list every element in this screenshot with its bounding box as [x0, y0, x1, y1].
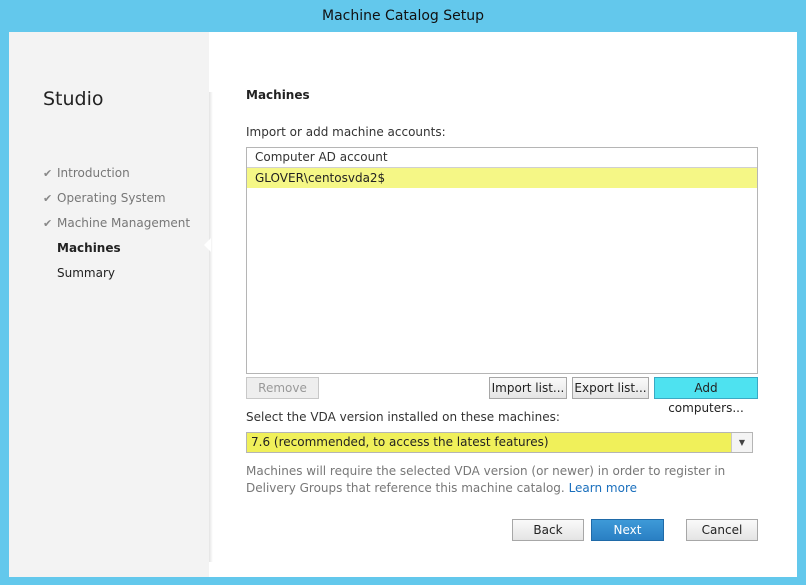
vda-note: Machines will require the selected VDA v… — [246, 463, 766, 497]
remove-button[interactable]: Remove — [246, 377, 319, 399]
dialog-client-area: Studio ✔ Introduction ✔ Operating System ✔… — [9, 32, 797, 577]
check-icon: ✔ — [43, 217, 53, 230]
step-label: Operating System — [57, 191, 166, 205]
check-icon: ✔ — [43, 167, 53, 180]
import-list-button[interactable]: Import list... — [489, 377, 567, 399]
sidebar-divider — [209, 92, 213, 562]
cancel-button[interactable]: Cancel — [686, 519, 758, 541]
step-label: Introduction — [57, 166, 130, 180]
step-machine-management: ✔ Machine Management — [43, 214, 190, 239]
step-introduction: ✔ Introduction — [43, 164, 190, 189]
vda-version-value: 7.6 (recommended, to access the latest f… — [251, 435, 549, 449]
wizard-steps: ✔ Introduction ✔ Operating System ✔ Machine… — [43, 164, 190, 289]
chevron-down-icon[interactable]: ▼ — [731, 433, 752, 452]
window-title: Machine Catalog Setup — [321, 8, 485, 24]
step-operating-system: ✔ Operating System — [43, 189, 190, 214]
learn-more-link[interactable]: Learn more — [569, 481, 637, 495]
vda-note-text: Machines will require the selected VDA v… — [246, 464, 726, 495]
machine-accounts-list[interactable]: Computer AD account GLOVER\centosvda2$ — [246, 147, 758, 374]
back-button[interactable]: Back — [512, 519, 584, 541]
step-label: Machines — [57, 241, 121, 255]
import-label: Import or add machine accounts: — [246, 125, 446, 139]
page-title: Machines — [246, 88, 310, 102]
vda-version-select[interactable]: 7.6 (recommended, to access the latest f… — [246, 432, 753, 453]
dialog-window: Machine Catalog Setup Studio ✔ Introducti… — [0, 0, 806, 585]
step-machines: Machines — [43, 239, 190, 264]
wizard-sidebar: Studio ✔ Introduction ✔ Operating System ✔… — [9, 32, 209, 577]
current-step-pointer — [204, 238, 211, 252]
step-summary: Summary — [43, 264, 190, 289]
check-icon: ✔ — [43, 192, 53, 205]
list-item[interactable]: GLOVER\centosvda2$ — [247, 168, 757, 188]
sidebar-title: Studio — [43, 88, 104, 110]
add-computers-button[interactable]: Add computers... — [654, 377, 758, 415]
vda-version-label: Select the VDA version installed on thes… — [246, 410, 560, 424]
step-label: Machine Management — [57, 216, 191, 230]
column-header-computer-ad-account[interactable]: Computer AD account — [247, 148, 757, 168]
step-label: Summary — [57, 266, 115, 280]
export-list-button[interactable]: Export list... — [572, 377, 649, 399]
next-button[interactable]: Next — [591, 519, 664, 541]
